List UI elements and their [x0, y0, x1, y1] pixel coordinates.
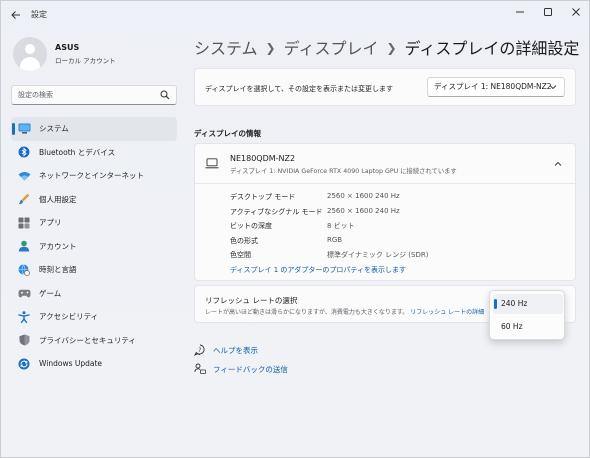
close-button[interactable]	[566, 5, 586, 19]
sidebar-item-label: プライバシーとセキュリティ	[39, 335, 136, 345]
info-value: 2560 × 1600 240 Hz	[327, 206, 400, 215]
sidebar-item-label: 時刻と言語	[39, 265, 77, 275]
user-profile[interactable]: ASUS ローカル アカウント	[11, 35, 181, 75]
sidebar-item-time-language[interactable]: 時刻と言語	[11, 258, 177, 282]
breadcrumb-system-link[interactable]: システム	[194, 39, 258, 58]
feedback-icon	[194, 363, 206, 375]
profile-name: ASUS	[55, 43, 80, 52]
option-label: 240 Hz	[501, 299, 528, 308]
breadcrumb-display-link[interactable]: ディスプレイ	[284, 39, 379, 58]
display-info-card: NE180QDM-NZ2 ディスプレイ 1: NVIDIA GeForce RT…	[194, 143, 576, 281]
sidebar-item-label: アカウント	[39, 241, 77, 251]
refresh-option-240hz[interactable]: 240 Hz	[493, 294, 563, 314]
info-key: アクティブなシグナル モード	[230, 207, 323, 216]
display-info-section-title: ディスプレイの情報	[194, 129, 261, 138]
sidebar-item-label: システム	[39, 124, 69, 134]
avatar	[13, 37, 47, 71]
chevron-right-icon: ❯	[265, 41, 276, 55]
sidebar-item-privacy[interactable]: プライバシーとセキュリティ	[11, 329, 177, 353]
profile-account-type: ローカル アカウント	[55, 57, 116, 65]
sidebar-item-apps[interactable]: アプリ	[11, 211, 177, 235]
sidebar-nav: システム Bluetooth とデバイス ネットワークとインターネット 個人用設…	[11, 117, 177, 376]
maximize-icon	[544, 8, 552, 16]
back-arrow-icon	[11, 11, 20, 19]
sidebar-item-label: 個人用設定	[39, 194, 77, 204]
chevron-down-icon	[549, 85, 557, 90]
refresh-rate-title: リフレッシュ レートの選択	[205, 296, 298, 305]
selected-indicator	[494, 299, 497, 309]
sidebar-item-label: ネットワークとインターネット	[39, 171, 144, 181]
display-info-header[interactable]: NE180QDM-NZ2 ディスプレイ 1: NVIDIA GeForce RT…	[195, 144, 575, 184]
send-feedback-label: フィードバックの送信	[213, 364, 288, 374]
info-value: RGB	[327, 235, 343, 244]
account-icon	[17, 239, 31, 253]
info-key: 色空間	[230, 251, 251, 259]
system-monitor-icon	[17, 122, 31, 136]
search-input[interactable]	[12, 86, 152, 104]
sidebar-item-label: アプリ	[39, 218, 62, 228]
chevron-up-icon[interactable]	[553, 159, 563, 169]
window-title: 設定	[31, 10, 47, 19]
sidebar-item-windows-update[interactable]: Windows Update	[11, 352, 177, 376]
apps-icon	[17, 216, 31, 230]
help-icon: ?	[194, 344, 206, 356]
sidebar-item-personalization[interactable]: 個人用設定	[11, 188, 177, 212]
send-feedback-link[interactable]: フィードバックの送信	[194, 363, 288, 375]
display-select-value: ディスプレイ 1: NE180QDM-NZ2	[434, 82, 552, 91]
monitor-connection: ディスプレイ 1: NVIDIA GeForce RTX 4090 Laptop…	[230, 168, 457, 175]
wifi-icon	[17, 169, 31, 183]
sidebar-item-label: ゲーム	[39, 288, 62, 298]
breadcrumb: システム ❯ ディスプレイ ❯ ディスプレイの詳細設定	[194, 35, 579, 59]
adapter-properties-link[interactable]: ディスプレイ 1 のアダプターのプロパティを表示します	[230, 265, 406, 275]
sidebar-item-accounts[interactable]: アカウント	[11, 235, 177, 259]
sidebar-item-label: Windows Update	[39, 359, 103, 369]
get-help-label: ヘルプを表示	[213, 345, 258, 355]
display-select-card: ディスプレイを選択して、その設定を表示または変更します ディスプレイ 1: NE…	[194, 68, 576, 106]
maximize-button[interactable]	[538, 5, 558, 19]
back-button[interactable]	[7, 6, 25, 24]
shield-icon	[17, 333, 31, 347]
refresh-option-60hz[interactable]: 60 Hz	[493, 317, 563, 337]
info-value: 標準ダイナミック レンジ (SDR)	[327, 251, 429, 259]
sidebar-item-accessibility[interactable]: アクセシビリティ	[11, 305, 177, 329]
sidebar-item-system[interactable]: システム	[11, 117, 177, 141]
chevron-right-icon: ❯	[386, 41, 397, 55]
display-select-label: ディスプレイを選択して、その設定を表示または変更します	[205, 85, 393, 93]
windows-update-icon	[17, 357, 31, 371]
refresh-rate-popup: 240 Hz 60 Hz	[489, 290, 565, 340]
refresh-rate-description: レートが高いほど動きは滑らかになりますが、消費電力も大きくなります。 リフレッシ…	[205, 307, 484, 316]
paintbrush-icon	[17, 192, 31, 206]
get-help-link[interactable]: ? ヘルプを表示	[194, 344, 258, 356]
minimize-icon	[516, 11, 524, 13]
sidebar-item-label: アクセシビリティ	[39, 312, 99, 322]
close-icon	[572, 8, 580, 16]
sidebar-item-network[interactable]: ネットワークとインターネット	[11, 164, 177, 188]
info-key: デスクトップ モード	[230, 193, 296, 201]
search-icon[interactable]	[160, 90, 170, 100]
refresh-rate-description-text: レートが高いほど動きは滑らかになりますが、消費電力も大きくなります。	[205, 309, 409, 316]
active-indicator	[12, 123, 15, 135]
display-select-dropdown[interactable]: ディスプレイ 1: NE180QDM-NZ2	[427, 77, 565, 97]
gamepad-icon	[17, 286, 31, 300]
settings-window: 設定 ASUS ローカル アカウント システム	[0, 0, 590, 458]
refresh-rate-details-link[interactable]: リフレッシュ レートの詳細	[410, 309, 484, 316]
info-key: 色の形式	[230, 236, 258, 245]
laptop-icon	[205, 158, 219, 169]
sidebar-item-bluetooth[interactable]: Bluetooth とデバイス	[11, 141, 177, 165]
sidebar-item-gaming[interactable]: ゲーム	[11, 282, 177, 306]
bluetooth-icon	[17, 145, 31, 159]
info-value: 2560 × 1600 240 Hz	[327, 192, 400, 200]
sidebar-item-label: Bluetooth とデバイス	[39, 147, 116, 157]
accessibility-icon	[17, 310, 31, 324]
info-value: 8 ビット	[327, 222, 355, 230]
info-key: ビットの深度	[230, 222, 272, 230]
svg-text:?: ?	[198, 347, 201, 354]
option-label: 60 Hz	[501, 322, 523, 331]
monitor-name: NE180QDM-NZ2	[230, 154, 296, 163]
globe-clock-icon	[17, 263, 31, 277]
minimize-button[interactable]	[510, 5, 530, 19]
page-title: ディスプレイの詳細設定	[404, 39, 580, 58]
title-bar: 設定	[1, 1, 589, 29]
search-box	[11, 85, 177, 105]
